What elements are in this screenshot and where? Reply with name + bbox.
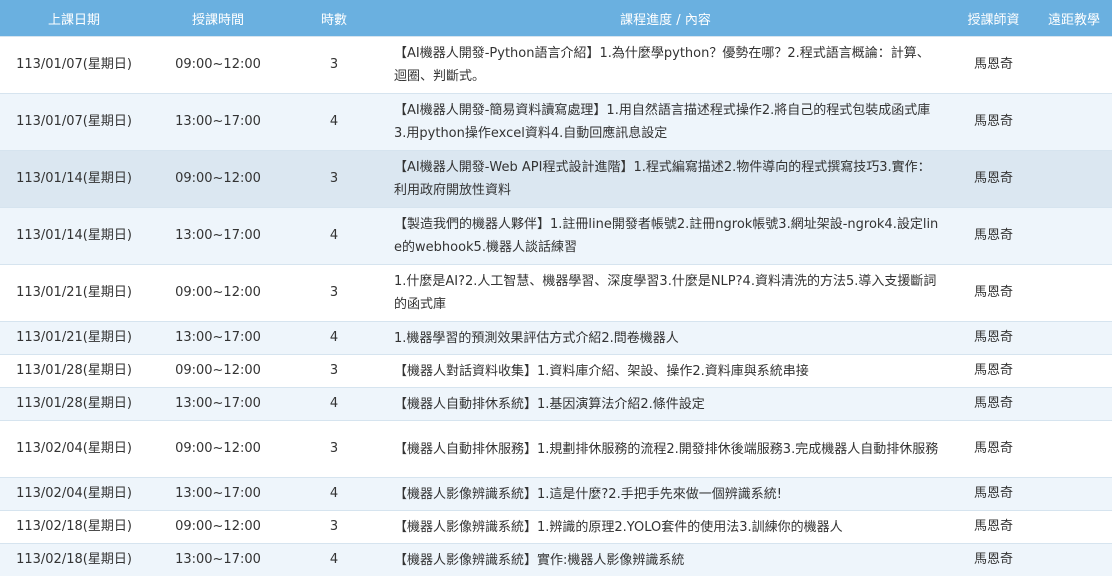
course-schedule-table: 上課日期 授課時間 時數 課程進度 / 內容 授課師資 遠距教學 113/01/… <box>0 0 1112 576</box>
table-row: 113/01/14(星期日) 13:00~17:00 4 【製造我們的機器人夥伴… <box>0 208 1112 265</box>
table-row: 113/02/18(星期日) 09:00~12:00 3 【機器人影像辨識系統】… <box>0 511 1112 544</box>
cell-content: 【AI機器人開發-Web API程式設計進階】1.程式編寫描述2.物件導向的程式… <box>380 151 951 208</box>
cell-time: 13:00~17:00 <box>148 388 288 421</box>
cell-remote <box>1036 37 1112 94</box>
cell-hours: 3 <box>288 421 380 478</box>
header-teacher: 授課師資 <box>951 0 1036 37</box>
table-row: 113/02/18(星期日) 13:00~17:00 4 【機器人影像辨識系統】… <box>0 544 1112 576</box>
cell-hours: 4 <box>288 478 380 511</box>
cell-remote <box>1036 511 1112 544</box>
table-row: 113/02/04(星期日) 09:00~12:00 3 【機器人自動排休服務】… <box>0 421 1112 478</box>
cell-content: 【AI機器人開發-Python語言介紹】1.為什麼學python？優勢在哪？2.… <box>380 37 951 94</box>
cell-content: 1.機器學習的預測效果評估方式介紹2.問卷機器人 <box>380 322 951 355</box>
header-hours: 時數 <box>288 0 380 37</box>
cell-time: 09:00~12:00 <box>148 37 288 94</box>
table-row: 113/02/04(星期日) 13:00~17:00 4 【機器人影像辨識系統】… <box>0 478 1112 511</box>
cell-date: 113/01/14(星期日) <box>0 208 148 265</box>
cell-time: 13:00~17:00 <box>148 322 288 355</box>
header-remote: 遠距教學 <box>1036 0 1112 37</box>
cell-remote <box>1036 388 1112 421</box>
cell-teacher: 馬恩奇 <box>951 37 1036 94</box>
cell-teacher: 馬恩奇 <box>951 388 1036 421</box>
table-row: 113/01/07(星期日) 13:00~17:00 4 【AI機器人開發-簡易… <box>0 94 1112 151</box>
cell-teacher: 馬恩奇 <box>951 265 1036 322</box>
cell-time: 13:00~17:00 <box>148 544 288 576</box>
cell-hours: 4 <box>288 544 380 576</box>
cell-date: 113/02/18(星期日) <box>0 511 148 544</box>
cell-remote <box>1036 151 1112 208</box>
cell-time: 09:00~12:00 <box>148 265 288 322</box>
cell-time: 13:00~17:00 <box>148 208 288 265</box>
cell-date: 113/02/04(星期日) <box>0 478 148 511</box>
cell-teacher: 馬恩奇 <box>951 511 1036 544</box>
cell-hours: 4 <box>288 94 380 151</box>
table-row: 113/01/21(星期日) 13:00~17:00 4 1.機器學習的預測效果… <box>0 322 1112 355</box>
cell-date: 113/02/18(星期日) <box>0 544 148 576</box>
cell-hours: 3 <box>288 37 380 94</box>
cell-teacher: 馬恩奇 <box>951 94 1036 151</box>
header-date: 上課日期 <box>0 0 148 37</box>
cell-teacher: 馬恩奇 <box>951 208 1036 265</box>
cell-date: 113/01/28(星期日) <box>0 355 148 388</box>
cell-teacher: 馬恩奇 <box>951 322 1036 355</box>
cell-date: 113/02/04(星期日) <box>0 421 148 478</box>
cell-content: 【機器人影像辨識系統】實作:機器人影像辨識系統 <box>380 544 951 576</box>
cell-date: 113/01/21(星期日) <box>0 322 148 355</box>
cell-remote <box>1036 355 1112 388</box>
cell-content: 【製造我們的機器人夥伴】1.註冊line開發者帳號2.註冊ngrok帳號3.網址… <box>380 208 951 265</box>
cell-content: 【機器人自動排休系統】1.基因演算法介紹2.條件設定 <box>380 388 951 421</box>
cell-time: 13:00~17:00 <box>148 478 288 511</box>
cell-teacher: 馬恩奇 <box>951 421 1036 478</box>
cell-content: 【AI機器人開發-簡易資料讀寫處理】1.用自然語言描述程式操作2.將自己的程式包… <box>380 94 951 151</box>
cell-time: 09:00~12:00 <box>148 355 288 388</box>
cell-hours: 3 <box>288 265 380 322</box>
cell-teacher: 馬恩奇 <box>951 544 1036 576</box>
cell-time: 09:00~12:00 <box>148 421 288 478</box>
cell-hours: 4 <box>288 388 380 421</box>
cell-teacher: 馬恩奇 <box>951 478 1036 511</box>
header-content: 課程進度 / 內容 <box>380 0 951 37</box>
cell-content: 【機器人自動排休服務】1.規劃排休服務的流程2.開發排休後端服務3.完成機器人自… <box>380 421 951 478</box>
cell-content: 【機器人對話資料收集】1.資料庫介紹、架設、操作2.資料庫與系統串接 <box>380 355 951 388</box>
cell-hours: 4 <box>288 208 380 265</box>
cell-date: 113/01/28(星期日) <box>0 388 148 421</box>
table-header-row: 上課日期 授課時間 時數 課程進度 / 內容 授課師資 遠距教學 <box>0 0 1112 37</box>
cell-teacher: 馬恩奇 <box>951 151 1036 208</box>
table-row: 113/01/28(星期日) 09:00~12:00 3 【機器人對話資料收集】… <box>0 355 1112 388</box>
cell-remote <box>1036 478 1112 511</box>
cell-hours: 3 <box>288 511 380 544</box>
cell-remote <box>1036 208 1112 265</box>
cell-date: 113/01/14(星期日) <box>0 151 148 208</box>
cell-content: 【機器人影像辨識系統】1.這是什麼?2.手把手先來做一個辨識系統! <box>380 478 951 511</box>
cell-remote <box>1036 94 1112 151</box>
cell-remote <box>1036 322 1112 355</box>
cell-remote <box>1036 421 1112 478</box>
table-row: 113/01/07(星期日) 09:00~12:00 3 【AI機器人開發-Py… <box>0 37 1112 94</box>
table-row: 113/01/21(星期日) 09:00~12:00 3 1.什麼是AI?2.人… <box>0 265 1112 322</box>
cell-remote <box>1036 544 1112 576</box>
cell-date: 113/01/07(星期日) <box>0 37 148 94</box>
cell-content: 1.什麼是AI?2.人工智慧、機器學習、深度學習3.什麼是NLP?4.資料清洗的… <box>380 265 951 322</box>
cell-time: 09:00~12:00 <box>148 511 288 544</box>
header-time: 授課時間 <box>148 0 288 37</box>
cell-hours: 3 <box>288 151 380 208</box>
cell-hours: 4 <box>288 322 380 355</box>
cell-remote <box>1036 265 1112 322</box>
table-row: 113/01/14(星期日) 09:00~12:00 3 【AI機器人開發-We… <box>0 151 1112 208</box>
cell-time: 09:00~12:00 <box>148 151 288 208</box>
cell-date: 113/01/21(星期日) <box>0 265 148 322</box>
cell-hours: 3 <box>288 355 380 388</box>
cell-content: 【機器人影像辨識系統】1.辨識的原理2.YOLO套件的使用法3.訓練你的機器人 <box>380 511 951 544</box>
cell-date: 113/01/07(星期日) <box>0 94 148 151</box>
table-row: 113/01/28(星期日) 13:00~17:00 4 【機器人自動排休系統】… <box>0 388 1112 421</box>
cell-time: 13:00~17:00 <box>148 94 288 151</box>
cell-teacher: 馬恩奇 <box>951 355 1036 388</box>
